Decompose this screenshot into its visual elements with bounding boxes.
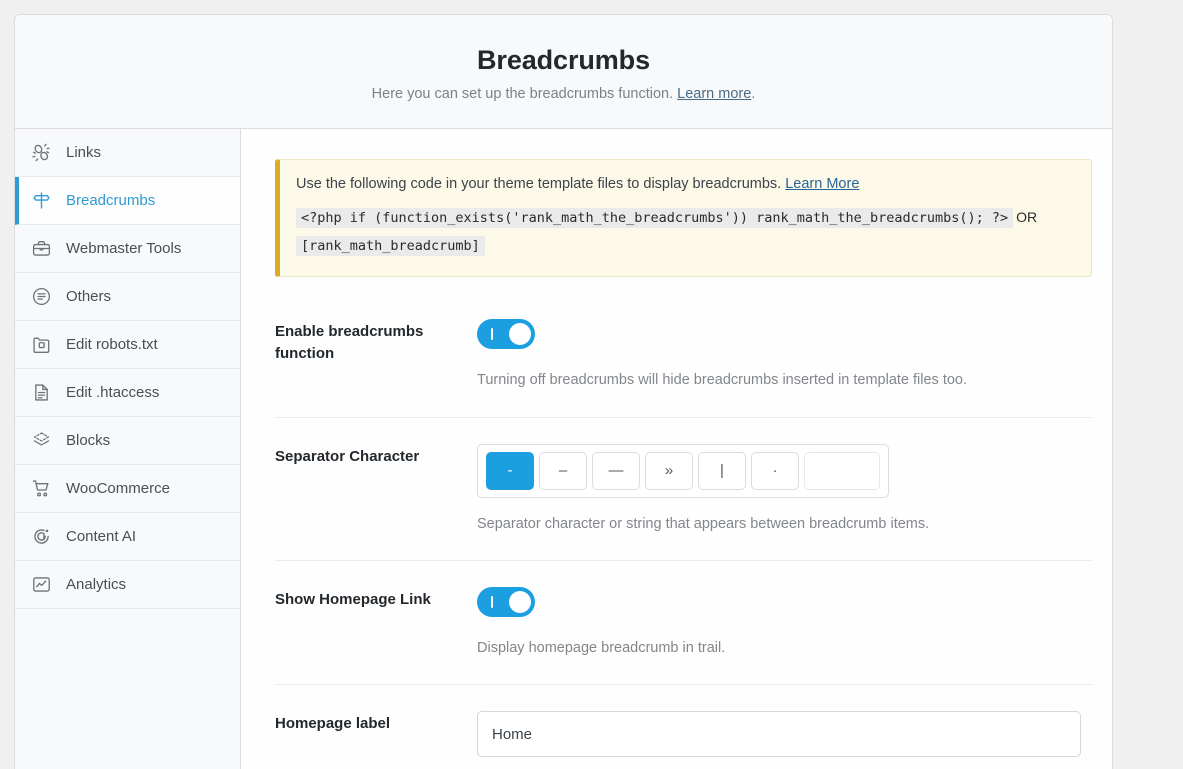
sidebar-item-label: Webmaster Tools bbox=[66, 240, 182, 257]
page-subtitle: Here you can set up the breadcrumbs func… bbox=[35, 86, 1092, 102]
separator-option-group: - – — » | · bbox=[477, 443, 889, 498]
setting-label: Show Homepage Link bbox=[275, 590, 431, 608]
document-lines-icon bbox=[29, 381, 53, 405]
sidebar-item-others[interactable]: Others bbox=[15, 273, 240, 321]
sidebar-item-label: Edit robots.txt bbox=[66, 336, 158, 353]
sidebar-item-blocks[interactable]: Blocks bbox=[15, 417, 240, 465]
blocks-icon bbox=[29, 429, 53, 453]
sidebar-item-label: Others bbox=[66, 288, 112, 305]
list-circle-icon bbox=[29, 285, 53, 309]
briefcase-icon bbox=[29, 237, 53, 261]
sidebar-item-label: Edit .htaccess bbox=[66, 384, 160, 401]
learn-more-link[interactable]: Learn more bbox=[677, 86, 751, 102]
signpost-icon bbox=[29, 189, 53, 213]
robots-folder-icon bbox=[29, 333, 53, 357]
sidebar-item-label: Analytics bbox=[66, 576, 127, 593]
sidebar-item-edit-robots-txt[interactable]: Edit robots.txt bbox=[15, 321, 240, 369]
php-code-snippet[interactable]: <?php if (function_exists('rank_math_the… bbox=[296, 208, 1014, 229]
sidebar-item-label: Blocks bbox=[66, 432, 111, 449]
toggle-knob bbox=[509, 323, 531, 346]
homepage-label-input[interactable] bbox=[477, 711, 1081, 758]
notice-code-block: <?php if (function_exists('rank_math_the… bbox=[296, 203, 1075, 261]
page-header: Breadcrumbs Here you can set up the brea… bbox=[15, 15, 1112, 129]
notice-text-body: Use the following code in your theme tem… bbox=[296, 176, 786, 192]
sidebar-nav: Links Breadcrumbs Webmaster Tools Others… bbox=[15, 129, 241, 769]
sidebar-item-label: WooCommerce bbox=[66, 480, 170, 497]
sidebar-item-webmaster-tools[interactable]: Webmaster Tools bbox=[15, 225, 240, 273]
setting-field: Turning off breadcrumbs will hide breadc… bbox=[477, 319, 1092, 390]
toggle-on-bar bbox=[491, 595, 493, 608]
sidebar-item-label: Content AI bbox=[66, 528, 137, 545]
code-usage-notice: Use the following code in your theme tem… bbox=[275, 159, 1092, 278]
analytics-chart-icon bbox=[29, 573, 53, 597]
page-title: Breadcrumbs bbox=[477, 45, 650, 75]
setting-row-separator-character: Separator Character - – — » | · Separato… bbox=[275, 443, 1092, 561]
setting-description: Separator character or string that appea… bbox=[477, 515, 930, 532]
sidebar-item-links[interactable]: Links bbox=[15, 129, 240, 177]
setting-label: Enable breadcrumbs function bbox=[275, 323, 424, 362]
setting-field: - – — » | · Separator character or strin… bbox=[477, 443, 1092, 534]
setting-field bbox=[477, 711, 1092, 758]
show-homepage-link-toggle[interactable] bbox=[477, 586, 535, 617]
links-icon bbox=[29, 141, 53, 165]
sidebar-item-woocommerce[interactable]: WooCommerce bbox=[15, 465, 240, 513]
toggle-on-bar bbox=[491, 328, 493, 341]
breadcrumbs-settings-page: Breadcrumbs Here you can set up the brea… bbox=[0, 0, 1183, 769]
sidebar-item-analytics[interactable]: Analytics bbox=[15, 561, 240, 609]
setting-description: Display homepage breadcrumb in trail. bbox=[477, 639, 726, 656]
sidebar-item-edit-htaccess[interactable]: Edit .htaccess bbox=[15, 369, 240, 417]
setting-row-homepage-label: Homepage label bbox=[275, 711, 1092, 769]
separator-option-guillemet[interactable]: » bbox=[645, 451, 693, 490]
separator-option-pipe[interactable]: | bbox=[698, 451, 746, 490]
separator-option-em-dash[interactable]: — bbox=[592, 451, 640, 490]
enable-breadcrumbs-toggle[interactable] bbox=[477, 319, 535, 350]
card-body: Links Breadcrumbs Webmaster Tools Others… bbox=[15, 129, 1112, 769]
toggle-knob bbox=[509, 590, 531, 613]
setting-label: Separator Character bbox=[275, 447, 420, 465]
settings-card: Breadcrumbs Here you can set up the brea… bbox=[14, 14, 1113, 769]
notice-text: Use the following code in your theme tem… bbox=[296, 174, 1075, 194]
settings-content: Use the following code in your theme tem… bbox=[241, 129, 1112, 769]
sidebar-item-content-ai[interactable]: Content AI bbox=[15, 513, 240, 561]
separator-custom-input[interactable] bbox=[804, 451, 880, 490]
shopping-cart-icon bbox=[29, 477, 53, 501]
sidebar-item-breadcrumbs[interactable]: Breadcrumbs bbox=[15, 177, 240, 225]
setting-field: Display homepage breadcrumb in trail. bbox=[477, 586, 1092, 658]
separator-option-hyphen[interactable]: - bbox=[486, 451, 534, 490]
setting-description: Turning off breadcrumbs will hide breadc… bbox=[477, 372, 968, 389]
page-subtitle-period: . bbox=[751, 86, 756, 102]
separator-option-middot[interactable]: · bbox=[751, 451, 799, 490]
sidebar-item-label: Links bbox=[66, 144, 102, 161]
shortcode-snippet[interactable]: [rank_math_breadcrumb] bbox=[296, 236, 485, 257]
page-subtitle-text: Here you can set up the breadcrumbs func… bbox=[371, 86, 678, 102]
code-or-label: OR bbox=[1016, 209, 1038, 226]
setting-row-show-homepage-link: Show Homepage Link Display homepage brea… bbox=[275, 586, 1092, 686]
content-ai-icon bbox=[29, 525, 53, 549]
setting-row-enable-breadcrumbs: Enable breadcrumbs function Turning off … bbox=[275, 319, 1092, 418]
notice-learn-more-link[interactable]: Learn More bbox=[785, 176, 859, 192]
separator-option-en-dash[interactable]: – bbox=[539, 451, 587, 490]
setting-label: Homepage label bbox=[275, 715, 391, 733]
sidebar-item-label: Breadcrumbs bbox=[66, 192, 156, 209]
